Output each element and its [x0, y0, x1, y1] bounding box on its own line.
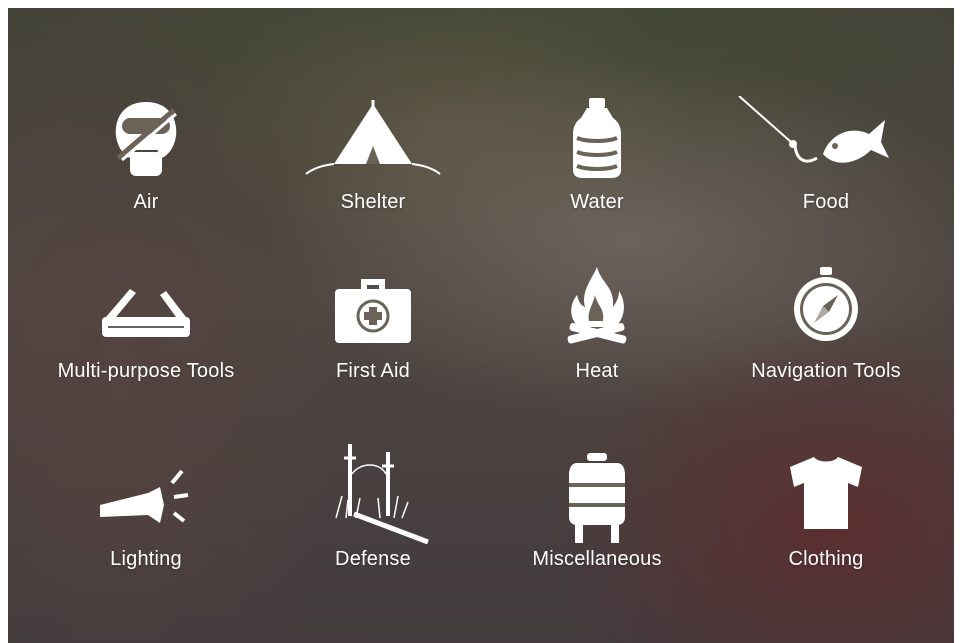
category-heat[interactable]: Heat: [482, 265, 712, 415]
category-label: Food: [802, 191, 850, 213]
t-shirt-icon: [766, 453, 886, 545]
category-label: Miscellaneous: [532, 548, 662, 570]
gas-mask-icon: [86, 96, 206, 188]
category-label: Multi-purpose Tools: [57, 360, 235, 382]
first-aid-kit-icon: [313, 265, 433, 357]
category-miscellaneous[interactable]: Miscellaneous: [482, 453, 712, 603]
category-lighting[interactable]: Lighting: [31, 453, 261, 603]
category-multi-purpose-tools[interactable]: Multi-purpose Tools: [31, 265, 261, 415]
category-label: Clothing: [788, 548, 864, 570]
campfire-icon: [537, 265, 657, 357]
tent-icon: [298, 96, 448, 188]
category-label: Lighting: [110, 548, 182, 570]
category-clothing[interactable]: Clothing: [711, 453, 941, 603]
category-shelter[interactable]: Shelter: [258, 96, 488, 246]
pocket-knife-icon: [86, 265, 206, 357]
category-label: Shelter: [340, 191, 406, 213]
category-navigation-tools[interactable]: Navigation Tools: [711, 265, 941, 415]
category-label: First Aid: [335, 360, 411, 382]
category-defense[interactable]: Defense: [258, 438, 488, 588]
category-label: Water: [570, 191, 624, 213]
category-first-aid[interactable]: First Aid: [258, 265, 488, 415]
category-label: Defense: [335, 548, 411, 570]
category-food[interactable]: Food: [711, 96, 941, 246]
fishing-hook-fish-icon: [735, 96, 895, 188]
flashlight-icon: [86, 453, 206, 545]
category-label: Air: [133, 191, 159, 213]
trap-icon: [308, 438, 438, 544]
category-grid-background: Air Shelter Water Food Multi-purpose Too…: [8, 8, 954, 643]
category-label: Heat: [575, 360, 619, 382]
category-water[interactable]: Water: [482, 96, 712, 246]
category-label: Navigation Tools: [751, 360, 901, 382]
water-jug-icon: [537, 96, 657, 188]
category-air[interactable]: Air: [31, 96, 261, 246]
compass-icon: [766, 265, 886, 357]
backpack-icon: [537, 453, 657, 545]
